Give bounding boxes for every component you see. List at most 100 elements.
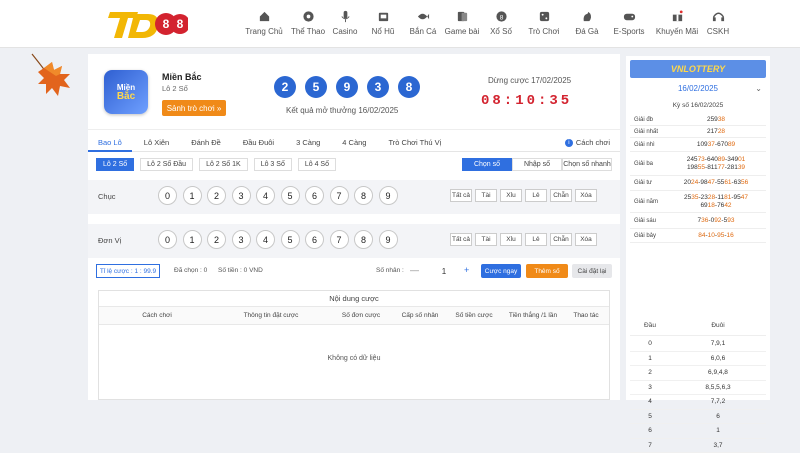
tab-3[interactable]: Đầu Đuôi	[233, 134, 284, 152]
tail-digits: 7,7,2	[670, 398, 766, 405]
nav-item-headset[interactable]: CSKH	[702, 10, 734, 44]
head-tail-row: 47,7,2	[630, 395, 766, 410]
filter-button[interactable]: Tài	[475, 233, 497, 246]
countdown-value: 08:10:35	[481, 93, 572, 109]
prize-part: 38	[718, 116, 725, 123]
digit-button[interactable]: 4	[256, 186, 275, 205]
digit-button[interactable]: 9	[379, 186, 398, 205]
prize-part: -23	[699, 194, 708, 201]
how-to-play-link[interactable]: i Cách chơi	[565, 138, 610, 147]
digit-button[interactable]: 3	[232, 186, 251, 205]
main-panel: Miền Bắc Miền Bắc Lô 2 Số Sảnh trò chơi …	[88, 54, 620, 400]
quick-filters: Tất cảTàiXỉuLẻChẵnXóa	[450, 233, 600, 246]
tail-digits: 7,9,1	[670, 340, 766, 347]
prize-part: 89	[728, 141, 735, 148]
prize-part: 89	[718, 156, 725, 163]
svg-text:8: 8	[163, 17, 170, 31]
subtab-2[interactable]: Lô 2 Số 1K	[199, 158, 248, 171]
tab-6[interactable]: Trò Chơi Thú Vị	[378, 134, 451, 152]
digit-button[interactable]: 4	[256, 230, 275, 249]
prize-part: 37	[708, 141, 715, 148]
mode-2[interactable]: Chọn số nhanh	[562, 158, 612, 171]
digit-button[interactable]: 1	[183, 230, 202, 249]
digit-button[interactable]: 0	[158, 186, 177, 205]
digit-button[interactable]: 6	[305, 230, 324, 249]
tab-1[interactable]: Lô Xiên	[134, 134, 179, 152]
filter-button[interactable]: Lẻ	[525, 233, 547, 246]
subtab-3[interactable]: Lô 3 Số	[254, 158, 292, 171]
tab-5[interactable]: 4 Càng	[332, 134, 376, 152]
nav-item-slot[interactable]: Nổ Hũ	[362, 10, 404, 44]
filter-button[interactable]: Chẵn	[550, 233, 572, 246]
digit-button[interactable]: 9	[379, 230, 398, 249]
bet-now-button[interactable]: Cược ngay	[481, 264, 521, 278]
filter-button[interactable]: Xóa	[575, 233, 597, 246]
digit-list: 0123456789	[158, 230, 403, 249]
reset-button[interactable]: Cài đặt lại	[572, 264, 612, 278]
nav-item-home[interactable]: Trang Chủ	[240, 10, 288, 44]
result-date-select[interactable]: 16/02/2025	[626, 84, 770, 93]
digit-button[interactable]: 5	[281, 230, 300, 249]
tail-digits: 1	[670, 427, 766, 434]
mode-0[interactable]: Chọn số	[462, 158, 512, 171]
tab-4[interactable]: 3 Càng	[286, 134, 330, 152]
chevron-down-icon[interactable]: ⌄	[755, 84, 762, 93]
filter-button[interactable]: Tất cả	[450, 189, 472, 202]
digit-button[interactable]: 7	[330, 230, 349, 249]
subtab-4[interactable]: Lô 4 Số	[298, 158, 336, 171]
digit-button[interactable]: 7	[330, 186, 349, 205]
add-number-button[interactable]: Thêm số	[526, 264, 568, 278]
nav-item-label: Trò Chơi	[528, 27, 559, 36]
table-header-cell: Cách chơi	[99, 307, 215, 324]
digit-button[interactable]: 2	[207, 186, 226, 205]
filter-button[interactable]: Xỉu	[500, 189, 522, 202]
td88-logo[interactable]: 8 8	[108, 6, 188, 42]
head-tail-row: 07,9,1	[630, 337, 766, 352]
prize-part: 109	[697, 141, 708, 148]
multiplier-increase-button[interactable]: +	[464, 265, 469, 275]
subtab-1[interactable]: Lô 2 Số Đầu	[140, 158, 193, 171]
prize-row: Giải năm2535-2328-1181-95476918-7642	[630, 191, 766, 213]
digit-button[interactable]: 6	[305, 186, 324, 205]
nav-item-lottery[interactable]: 8Xổ Số	[482, 10, 520, 44]
nav-item-gamepad[interactable]: E-Sports	[606, 10, 652, 44]
digit-button[interactable]: 5	[281, 186, 300, 205]
digit-button[interactable]: 3	[232, 230, 251, 249]
filter-button[interactable]: Chẵn	[550, 189, 572, 202]
nav-item-dice[interactable]: Trò Chơi	[520, 10, 568, 44]
filter-button[interactable]: Tất cả	[450, 233, 472, 246]
nav-item-mic[interactable]: Casino	[328, 10, 362, 44]
prize-part: 20	[684, 179, 691, 186]
filter-button[interactable]: Lẻ	[525, 189, 547, 202]
filter-button[interactable]: Xóa	[575, 189, 597, 202]
region-logo-line2: Bắc	[117, 92, 135, 101]
prize-value: 25938	[666, 116, 766, 124]
subtab-0[interactable]: Lô 2 Số	[96, 158, 134, 171]
digit-button[interactable]: 1	[183, 186, 202, 205]
multiplier-input[interactable]: 1	[426, 264, 462, 278]
digit-button[interactable]: 8	[354, 230, 373, 249]
digit-button[interactable]: 2	[207, 230, 226, 249]
nav-item-gift[interactable]: Khuyến Mãi	[652, 10, 702, 44]
nav-item-ball[interactable]: Thể Thao	[288, 10, 328, 44]
digit-button[interactable]: 8	[354, 186, 373, 205]
multiplier-decrease-button[interactable]: —	[410, 265, 419, 275]
countdown-timer: 08:10:35	[481, 93, 572, 109]
tab-2[interactable]: Đánh Đề	[181, 134, 231, 152]
prize-part: 10	[708, 232, 715, 239]
quick-filters: Tất cảTàiXỉuLẻChẵnXóa	[450, 189, 600, 202]
nav-item-fish[interactable]: Bắn Cá	[404, 10, 442, 44]
filter-button[interactable]: Tài	[475, 189, 497, 202]
mode-1[interactable]: Nhập số	[512, 158, 562, 171]
nav-item-cards[interactable]: Game bài	[442, 10, 482, 44]
prize-part: -670	[715, 141, 728, 148]
nav-item-rooster[interactable]: Đá Gà	[568, 10, 606, 44]
prize-name: Giải năm	[630, 199, 666, 205]
digit-button[interactable]: 0	[158, 230, 177, 249]
tab-0[interactable]: Bao Lô	[88, 134, 132, 152]
filter-button[interactable]: Xỉu	[500, 233, 522, 246]
hero-section: Miền Bắc Miền Bắc Lô 2 Số Sảnh trò chơi …	[88, 54, 620, 130]
gamepad-icon	[623, 10, 636, 23]
game-lobby-button[interactable]: Sảnh trò chơi »	[162, 100, 226, 116]
table-header-cell: Số đơn cược	[327, 307, 395, 324]
